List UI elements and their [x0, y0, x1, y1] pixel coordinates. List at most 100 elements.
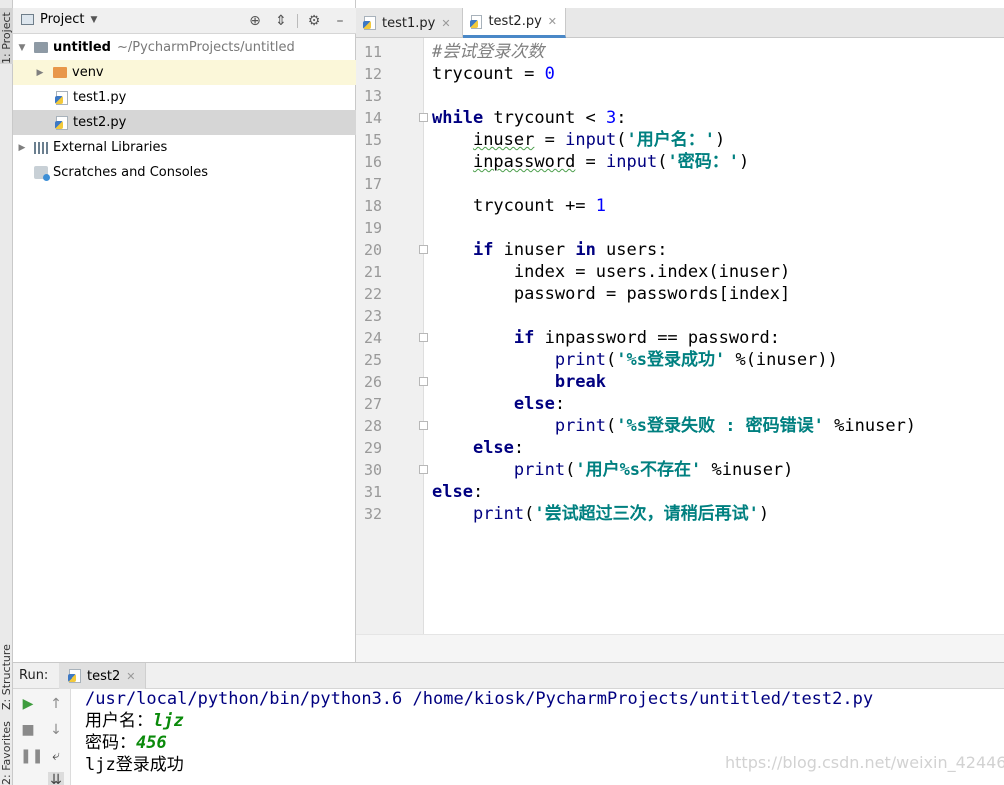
close-icon[interactable]: ✕ [126, 670, 135, 683]
chevron-right-icon[interactable]: ▶ [34, 68, 46, 78]
code-keyword: if [472, 240, 494, 260]
close-icon[interactable]: ✕ [441, 17, 450, 30]
project-view-icon [21, 14, 34, 25]
code-text: password = passwords[index] [513, 284, 791, 304]
tree-item-venv[interactable]: ▶ venv [13, 60, 356, 85]
close-icon[interactable]: ✕ [548, 15, 557, 28]
code-comment: #尝试登录次数 [432, 42, 545, 62]
line-number: 15 [363, 131, 382, 149]
fold-end-icon[interactable] [419, 465, 428, 474]
tree-item-label: test1.py [73, 90, 127, 105]
code-line: #尝试登录次数 [432, 41, 544, 63]
code-line: if inpassword == password: [432, 327, 780, 349]
editor-tab-bar: test1.py ✕ test2.py ✕ [356, 8, 1004, 38]
favorites-tool-tab[interactable]: 2: Favorites [0, 721, 13, 785]
tab-test1[interactable]: test1.py ✕ [356, 8, 463, 38]
gear-icon[interactable]: ⚙ [305, 12, 323, 30]
code-area[interactable]: #尝试登录次数 trycount = 0 while trycount < 3:… [432, 38, 1004, 634]
code-text: inpassword == password: [534, 328, 781, 348]
code-text: = [575, 152, 607, 172]
project-view-selector[interactable]: Project ▼ [21, 12, 97, 27]
code-text: : [616, 108, 627, 128]
code-text: %(inuser)) [725, 350, 838, 370]
tree-item-test2[interactable]: test2.py [13, 110, 356, 135]
project-title: Project [40, 12, 85, 27]
console-user-input: ljz [153, 711, 184, 731]
scroll-to-end-icon[interactable]: ⇊ [48, 772, 64, 785]
stop-icon[interactable]: ■ [20, 722, 36, 738]
tree-item-label: untitled [53, 40, 111, 55]
code-text: index = users.index(inuser) [513, 262, 791, 282]
code-builtin: print [554, 350, 607, 370]
code-text: inuser [493, 240, 576, 260]
chevron-down-icon[interactable]: ▼ [16, 43, 28, 53]
line-number: 21 [363, 263, 382, 281]
fold-end-icon[interactable] [419, 421, 428, 430]
code-builtin: print [513, 460, 566, 480]
soft-wrap-icon[interactable]: ⤶ [48, 748, 64, 764]
chevron-right-icon[interactable]: ▶ [16, 143, 28, 153]
python-file-icon [55, 115, 68, 130]
chevron-down-icon: ▼ [90, 14, 98, 25]
fold-end-icon[interactable] [419, 377, 428, 386]
arrow-up-icon[interactable]: ↑ [48, 696, 64, 712]
tree-item-external-libraries[interactable]: ▶ External Libraries [13, 135, 356, 160]
collapse-all-icon[interactable]: ⇕ [272, 12, 290, 30]
tab-test2[interactable]: test2.py ✕ [463, 8, 566, 38]
code-line: trycount += 1 [432, 195, 606, 217]
fold-marker-icon[interactable] [419, 113, 428, 122]
line-number: 23 [363, 307, 382, 325]
project-tool-tab[interactable]: 1: Project [0, 8, 13, 64]
code-line: index = users.index(inuser) [432, 261, 790, 283]
pause-icon[interactable]: ❚❚ [20, 748, 43, 764]
code-editor: test1.py ✕ test2.py ✕ 11 12 13 14 15 16 … [356, 0, 1004, 662]
code-keyword: if [513, 328, 535, 348]
line-number: 31 [363, 483, 382, 501]
minimize-icon[interactable]: – [331, 12, 349, 30]
console-prompt: 用户名： [85, 711, 153, 731]
run-toolbar: ▶ ↑ ■ ↓ ❚❚ ⤶ ⇊ [13, 689, 71, 785]
locate-target-icon[interactable]: ⊕ [246, 12, 264, 30]
code-line: else: [432, 482, 484, 502]
line-number: 28 [363, 417, 382, 435]
structure-tool-tab[interactable]: Z: Structure [0, 638, 13, 710]
line-number: 24 [363, 329, 382, 347]
console-prompt: 密码： [85, 733, 136, 753]
fold-marker-icon[interactable] [419, 333, 428, 342]
line-number: 18 [363, 197, 382, 215]
arrow-down-icon[interactable]: ↓ [48, 722, 64, 738]
line-number: 29 [363, 439, 382, 457]
tool-window-strip: 1: Project Z: Structure 2: Favorites [0, 0, 13, 785]
fold-marker-icon[interactable] [419, 245, 428, 254]
editor-breadcrumb-bar [356, 634, 1004, 662]
code-line: inpassword = input('密码：') [472, 152, 750, 172]
tree-item-scratches[interactable]: Scratches and Consoles [13, 160, 356, 185]
tree-item-untitled[interactable]: ▼ untitled ~/PycharmProjects/untitled [13, 35, 356, 60]
code-line: inuser = input('用户名：') [472, 130, 726, 150]
code-keyword: in [575, 240, 596, 260]
line-number: 26 [363, 373, 382, 391]
line-number: 22 [363, 285, 382, 303]
line-number: 13 [363, 87, 382, 105]
tab-label: test1.py [382, 15, 436, 31]
line-number: 19 [363, 219, 382, 237]
run-tab-test2[interactable]: test2 ✕ [59, 663, 147, 689]
code-keyword: else [513, 394, 555, 414]
console-line: 用户名：ljz [85, 710, 184, 732]
code-keyword: else [432, 482, 473, 502]
code-keyword: break [554, 372, 607, 392]
tree-item-label: venv [72, 65, 104, 80]
tree-item-test1[interactable]: test1.py [13, 85, 356, 110]
code-number: 0 [544, 64, 555, 84]
python-file-icon [55, 90, 68, 105]
code-keyword: else [472, 438, 514, 458]
watermark: https://blog.csdn.net/weixin_42446031 [725, 753, 1004, 772]
line-number: 12 [363, 65, 382, 83]
tab-label: test2.py [488, 14, 542, 29]
tree-item-path: ~/PycharmProjects/untitled [116, 40, 295, 55]
line-number-gutter: 11 12 13 14 15 16 17 18 19 20 21 22 23 2… [356, 38, 428, 634]
run-tab-label: test2 [87, 668, 121, 684]
tree-item-label: External Libraries [53, 140, 168, 155]
console-result: ljz登录成功 [85, 755, 184, 775]
rerun-icon[interactable]: ▶ [20, 696, 36, 712]
